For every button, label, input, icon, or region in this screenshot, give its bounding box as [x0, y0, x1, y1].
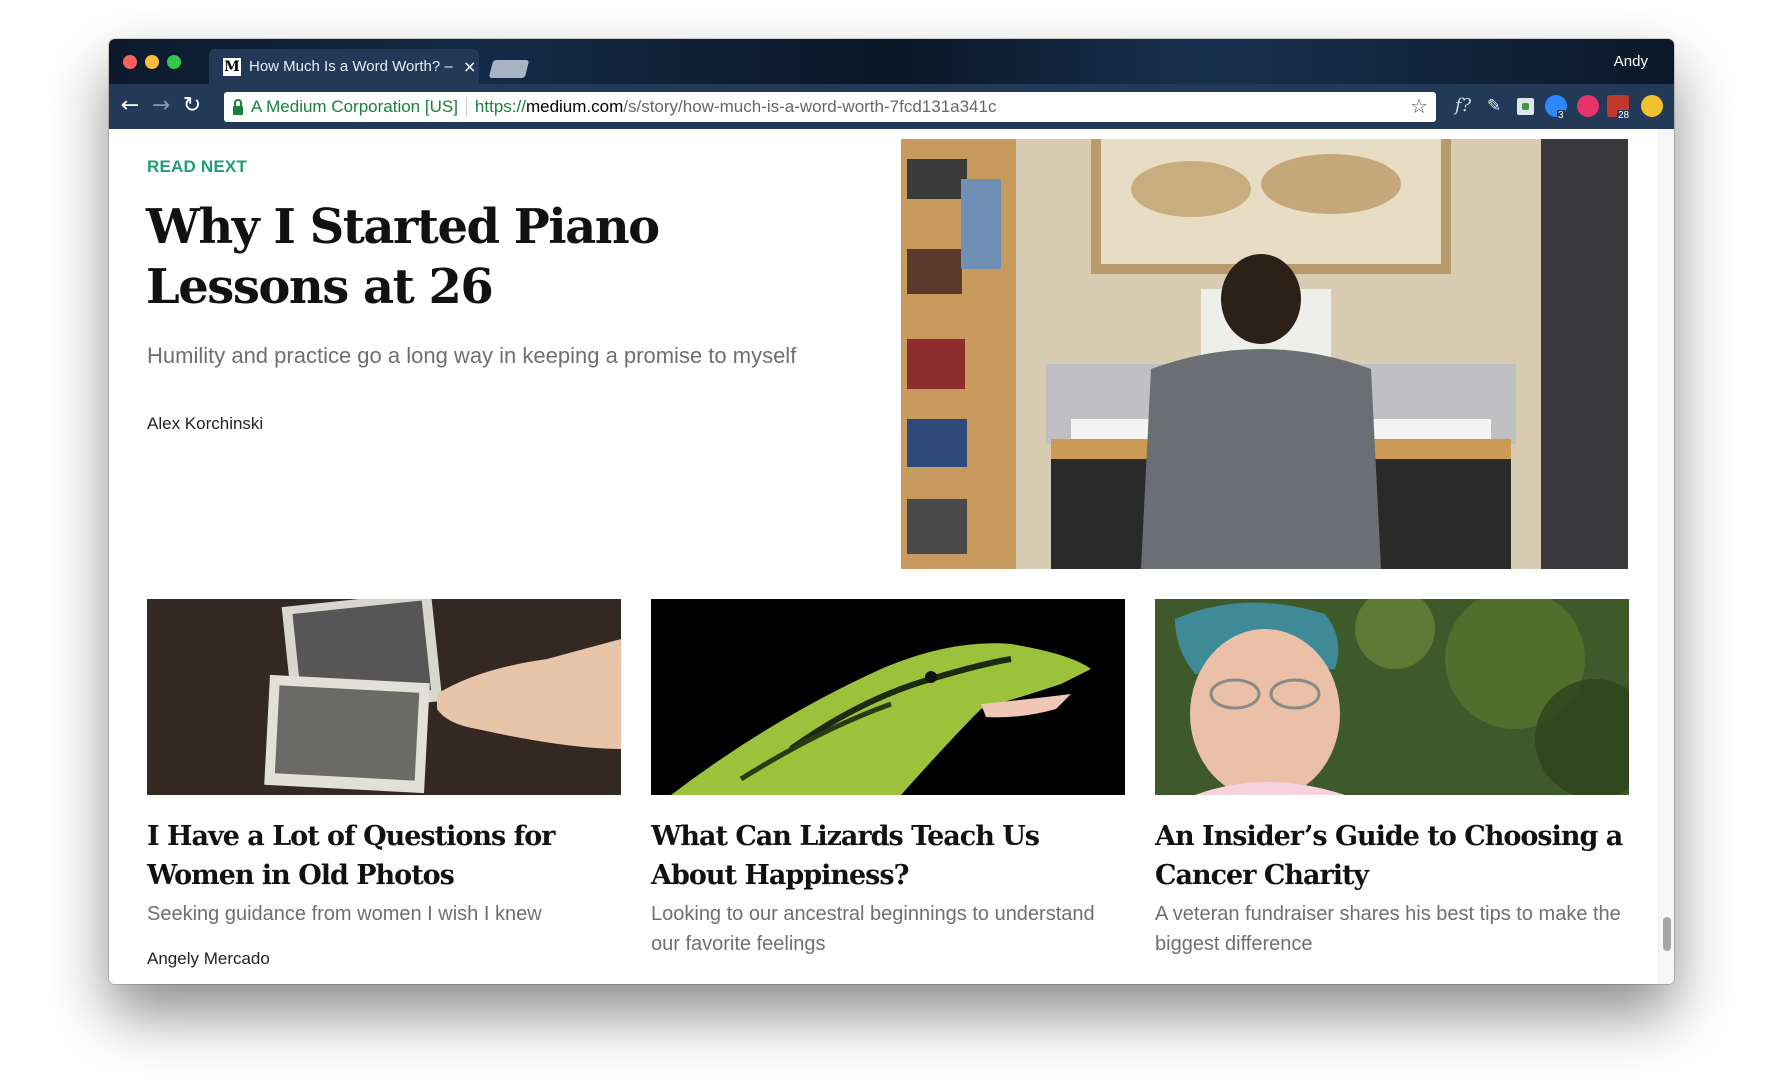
old-photos-image: [147, 599, 621, 795]
story-card-title[interactable]: I Have a Lot of Questions for Women in O…: [147, 817, 621, 895]
hero-article-image[interactable]: [901, 139, 1628, 569]
green-square-extension-icon[interactable]: [1517, 98, 1534, 115]
pink-extension-icon[interactable]: [1577, 95, 1599, 117]
story-card-subtitle[interactable]: Looking to our ancestral beginnings to u…: [651, 899, 1125, 959]
story-card[interactable]: I Have a Lot of Questions for Women in O…: [147, 599, 621, 969]
story-card-image[interactable]: [1155, 599, 1629, 795]
hero-article-author[interactable]: Alex Korchinski: [147, 414, 263, 434]
page-scrollbar[interactable]: [1658, 129, 1674, 984]
url-host: medium.com: [525, 97, 624, 116]
tab-title: How Much Is a Word Worth? –: [249, 58, 453, 75]
scrollbar-thumb[interactable]: [1663, 917, 1671, 951]
lizard-image: [651, 599, 1125, 795]
hero-article-subtitle[interactable]: Humility and practice go a long way in k…: [147, 343, 796, 369]
story-card[interactable]: An Insider’s Guide to Choosing a Cancer …: [1155, 599, 1629, 959]
story-card-title[interactable]: An Insider’s Guide to Choosing a Cancer …: [1155, 817, 1629, 895]
security-label[interactable]: A Medium Corporation [US]: [251, 97, 458, 117]
browser-window: M How Much Is a Word Worth? – × Andy ← →…: [109, 39, 1674, 984]
title-bar: M How Much Is a Word Worth? – × Andy: [109, 39, 1674, 84]
story-card[interactable]: What Can Lizards Teach Us About Happines…: [651, 599, 1125, 959]
calendar-extension-badge: 28: [1617, 110, 1631, 121]
new-tab-button[interactable]: [488, 60, 530, 78]
maximize-window-button[interactable]: [167, 55, 181, 69]
address-bar[interactable]: A Medium Corporation [US] https:// mediu…: [224, 92, 1436, 122]
page-content: READ NEXT Why I Started Piano Lessons at…: [109, 129, 1674, 984]
forward-icon[interactable]: →: [147, 92, 175, 120]
story-card-title[interactable]: What Can Lizards Teach Us About Happines…: [651, 817, 1125, 895]
pen-extension-icon[interactable]: ✎: [1483, 95, 1505, 117]
bookmark-star-icon[interactable]: ☆: [1410, 94, 1428, 119]
woman-portrait-image: [1155, 599, 1629, 795]
minimize-window-button[interactable]: [145, 55, 159, 69]
blue-extension-badge: 3: [1557, 110, 1565, 121]
profile-name[interactable]: Andy: [1614, 53, 1648, 70]
close-window-button[interactable]: [123, 55, 137, 69]
formula-extension-icon[interactable]: f?: [1452, 95, 1474, 117]
url-scheme: https://: [474, 97, 526, 116]
story-card-image[interactable]: [147, 599, 621, 795]
piano-player-photo: [901, 139, 1628, 569]
story-card-image[interactable]: [651, 599, 1125, 795]
url-path: /s/story/how-much-is-a-word-worth-7fcd13…: [623, 97, 997, 116]
browser-toolbar: ← → ↻ A Medium Corporation [US] https://…: [109, 84, 1674, 129]
reload-icon[interactable]: ↻: [178, 92, 206, 120]
story-card-subtitle[interactable]: A veteran fundraiser shares his best tip…: [1155, 899, 1629, 959]
back-icon[interactable]: ←: [116, 92, 144, 120]
yellow-extension-icon[interactable]: [1641, 95, 1663, 117]
tab-active[interactable]: M How Much Is a Word Worth? – ×: [209, 49, 479, 84]
lock-icon: [233, 98, 243, 115]
story-card-subtitle[interactable]: Seeking guidance from women I wish I kne…: [147, 899, 621, 929]
story-card-author[interactable]: Angely Mercado: [147, 949, 621, 969]
hero-article-title[interactable]: Why I Started Piano Lessons at 26: [146, 197, 806, 317]
read-next-label: READ NEXT: [147, 157, 248, 176]
medium-favicon-icon: M: [223, 57, 241, 76]
tab-close-icon[interactable]: ×: [463, 58, 476, 75]
url-divider: [465, 97, 467, 117]
